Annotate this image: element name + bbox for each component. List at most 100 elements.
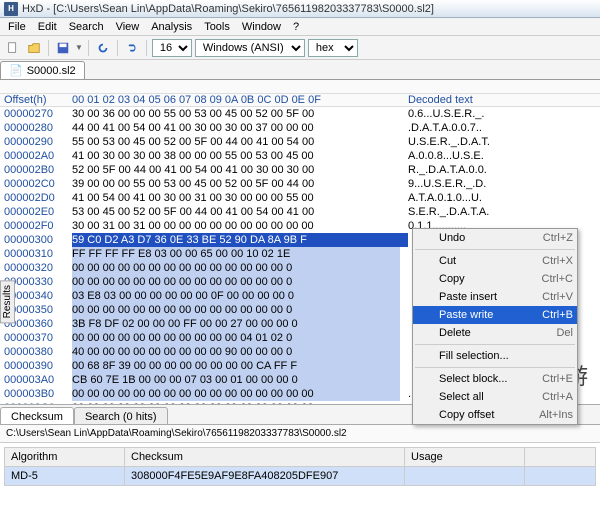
hex-bytes[interactable]: 30 00 31 00 31 00 00 00 00 00 00 00 00 0… xyxy=(72,219,400,233)
col-checksum: Checksum xyxy=(125,448,405,466)
col-usage: Usage xyxy=(405,448,525,466)
undo-icon xyxy=(418,232,432,246)
ctx-label: Cut xyxy=(439,255,456,267)
context-menu: UndoCtrl+Z CutCtrl+XCopyCtrl+CPaste inser… xyxy=(412,228,578,425)
hex-bytes[interactable]: 00 00 00 00 00 00 00 00 00 00 00 00 00 0… xyxy=(72,261,400,275)
ctx-label: Select all xyxy=(439,391,484,403)
encoding-select[interactable]: Windows (ANSI) xyxy=(195,39,305,57)
file-path: C:\Users\Sean Lin\AppData\Roaming\Sekiro… xyxy=(0,425,600,443)
ctx-shortcut: Ctrl+A xyxy=(542,391,573,403)
hex-row[interactable]: 0000029055 00 53 00 45 00 52 00 5F 00 44… xyxy=(0,135,600,149)
ruler xyxy=(0,80,600,94)
ctx-cut[interactable]: CutCtrl+X xyxy=(413,252,577,270)
ctx-copy-offset[interactable]: Copy offset Alt+Ins xyxy=(413,406,577,424)
offset-label: Offset(h) xyxy=(0,94,72,106)
hex-row[interactable]: 000002E053 00 45 00 52 00 5F 00 44 00 41… xyxy=(0,205,600,219)
tab-s0000[interactable]: 📄 S0000.sl2 xyxy=(0,61,85,79)
bytes-per-row-input[interactable]: 16 xyxy=(152,39,192,57)
menu-tools[interactable]: Tools xyxy=(198,19,236,35)
hex-bytes[interactable]: 00 00 00 00 00 00 00 00 00 00 00 00 00 0… xyxy=(72,387,400,401)
hex-bytes[interactable]: 52 00 5F 00 44 00 41 00 54 00 41 00 30 0… xyxy=(72,163,400,177)
undo-icon[interactable] xyxy=(123,39,141,57)
menu-window[interactable]: Window xyxy=(236,19,287,35)
base-select[interactable]: hex xyxy=(308,39,358,57)
tab-checksum[interactable]: Checksum xyxy=(0,407,74,424)
hex-bytes[interactable]: 59 C0 D2 A3 D7 36 0E 33 BE 52 90 DA 8A 9… xyxy=(72,233,400,247)
ctx-delete[interactable]: DeleteDel xyxy=(413,324,577,342)
paste-icon xyxy=(418,309,432,323)
decoded-text xyxy=(400,289,408,303)
hex-bytes[interactable]: 53 00 45 00 52 00 5F 00 44 00 41 00 54 0… xyxy=(72,205,400,219)
ctx-shortcut: Ctrl+B xyxy=(542,309,573,321)
tab-search[interactable]: Search (0 hits) xyxy=(74,407,168,424)
ctx-paste-insert[interactable]: Paste insertCtrl+V xyxy=(413,288,577,306)
decoded-text: .D.A.T.A.0.0.7.. xyxy=(400,121,482,135)
menu-bar: File Edit Search View Analysis Tools Win… xyxy=(0,18,600,36)
hex-bytes[interactable]: 00 00 00 00 00 00 00 00 00 00 00 04 01 0… xyxy=(72,331,400,345)
file-icon: 📄 xyxy=(9,64,23,77)
offset: 000002F0 xyxy=(0,219,72,233)
decoded-text xyxy=(400,373,408,387)
hex-bytes[interactable]: 40 00 00 00 00 00 00 00 00 00 90 00 00 0… xyxy=(72,345,400,359)
save-icon[interactable] xyxy=(54,39,72,57)
offset: 00000280 xyxy=(0,121,72,135)
decoded-text xyxy=(400,331,408,345)
hex-bytes[interactable]: 41 00 54 00 41 00 30 00 31 00 30 00 00 0… xyxy=(72,191,400,205)
hex-bytes[interactable]: 39 00 00 00 55 00 53 00 45 00 52 00 5F 0… xyxy=(72,177,400,191)
hex-row[interactable]: 000002B052 00 5F 00 44 00 41 00 54 00 41… xyxy=(0,163,600,177)
new-icon[interactable] xyxy=(4,39,22,57)
copy-icon xyxy=(418,273,432,287)
menu-analysis[interactable]: Analysis xyxy=(145,19,198,35)
menu-edit[interactable]: Edit xyxy=(32,19,63,35)
ctx-label: Copy offset xyxy=(439,409,494,421)
menu-search[interactable]: Search xyxy=(63,19,110,35)
decoded-text: 0.6...U.S.E.R._. xyxy=(400,107,484,121)
results-sidetab[interactable]: Results xyxy=(0,280,15,323)
hex-bytes[interactable]: 3B F8 DF 02 00 00 00 FF 00 00 27 00 00 0… xyxy=(72,317,400,331)
hex-bytes[interactable]: 03 E8 03 00 00 00 00 00 00 0F 00 00 00 0… xyxy=(72,289,400,303)
offset: 00000290 xyxy=(0,135,72,149)
hex-bytes[interactable]: 00 68 8F 39 00 00 00 00 00 00 00 00 CA F… xyxy=(72,359,400,373)
offset: 000002C0 xyxy=(0,177,72,191)
refresh-icon[interactable] xyxy=(94,39,112,57)
hex-bytes[interactable]: 41 00 30 00 30 00 38 00 00 00 55 00 53 0… xyxy=(72,149,400,163)
decoded-text xyxy=(400,261,408,275)
hex-bytes[interactable]: 55 00 53 00 45 00 52 00 5F 00 44 00 41 0… xyxy=(72,135,400,149)
hex-row[interactable]: 000002A041 00 30 00 30 00 38 00 00 00 55… xyxy=(0,149,600,163)
open-icon[interactable] xyxy=(25,39,43,57)
ctx-fill-selection-[interactable]: Fill selection... xyxy=(413,347,577,365)
hex-bytes[interactable]: CB 60 7E 1B 00 00 00 07 03 00 01 00 00 0… xyxy=(72,373,400,387)
hex-bytes[interactable]: 00 00 00 00 00 00 00 00 00 00 00 00 00 0… xyxy=(72,275,400,289)
offset: 00000310 xyxy=(0,247,72,261)
ctx-copy[interactable]: CopyCtrl+C xyxy=(413,270,577,288)
menu-help[interactable]: ? xyxy=(287,19,305,35)
columns-label: 00 01 02 03 04 05 06 07 08 09 0A 0B 0C 0… xyxy=(72,94,400,106)
hex-header: Offset(h) 00 01 02 03 04 05 06 07 08 09 … xyxy=(0,94,600,107)
hex-row[interactable]: 000002C039 00 00 00 55 00 53 00 45 00 52… xyxy=(0,177,600,191)
window-title: HxD - [C:\Users\Sean Lin\AppData\Roaming… xyxy=(22,3,434,15)
hex-bytes[interactable]: FF FF FF FF E8 03 00 00 65 00 00 10 02 1… xyxy=(72,247,400,261)
hex-row[interactable]: 0000028044 00 41 00 54 00 41 00 30 00 30… xyxy=(0,121,600,135)
ctx-shortcut: Alt+Ins xyxy=(539,409,573,421)
table-row[interactable]: MD-5 308000F4FE5E9AF9E8FA408205DFE907 xyxy=(4,467,596,486)
offset: 000003B0 xyxy=(0,387,72,401)
hex-bytes[interactable]: 00 00 00 00 00 00 00 00 00 00 00 00 00 0… xyxy=(72,303,400,317)
decoded-text xyxy=(400,233,408,247)
menu-file[interactable]: File xyxy=(2,19,32,35)
offset: 00000320 xyxy=(0,261,72,275)
ctx-paste-write[interactable]: Paste writeCtrl+B xyxy=(413,306,577,324)
decoded-text xyxy=(400,247,408,261)
hex-row[interactable]: 0000027030 00 36 00 00 00 55 00 53 00 45… xyxy=(0,107,600,121)
menu-view[interactable]: View xyxy=(110,19,146,35)
ctx-select-block-[interactable]: Select block...Ctrl+E xyxy=(413,370,577,388)
ctx-shortcut: Ctrl+V xyxy=(542,291,573,303)
offset: 00000390 xyxy=(0,359,72,373)
ctx-select-all[interactable]: Select all Ctrl+A xyxy=(413,388,577,406)
ctx-undo[interactable]: UndoCtrl+Z xyxy=(413,229,577,247)
ctx-label: Select block... xyxy=(439,373,507,385)
cut-icon xyxy=(418,255,432,269)
hex-bytes[interactable]: 30 00 36 00 00 00 55 00 53 00 45 00 52 0… xyxy=(72,107,400,121)
hex-row[interactable]: 000002D041 00 54 00 41 00 30 00 31 00 30… xyxy=(0,191,600,205)
hex-bytes[interactable]: 44 00 41 00 54 00 41 00 30 00 30 00 37 0… xyxy=(72,121,400,135)
toolbar: ▼ 16 Windows (ANSI) hex xyxy=(0,36,600,60)
